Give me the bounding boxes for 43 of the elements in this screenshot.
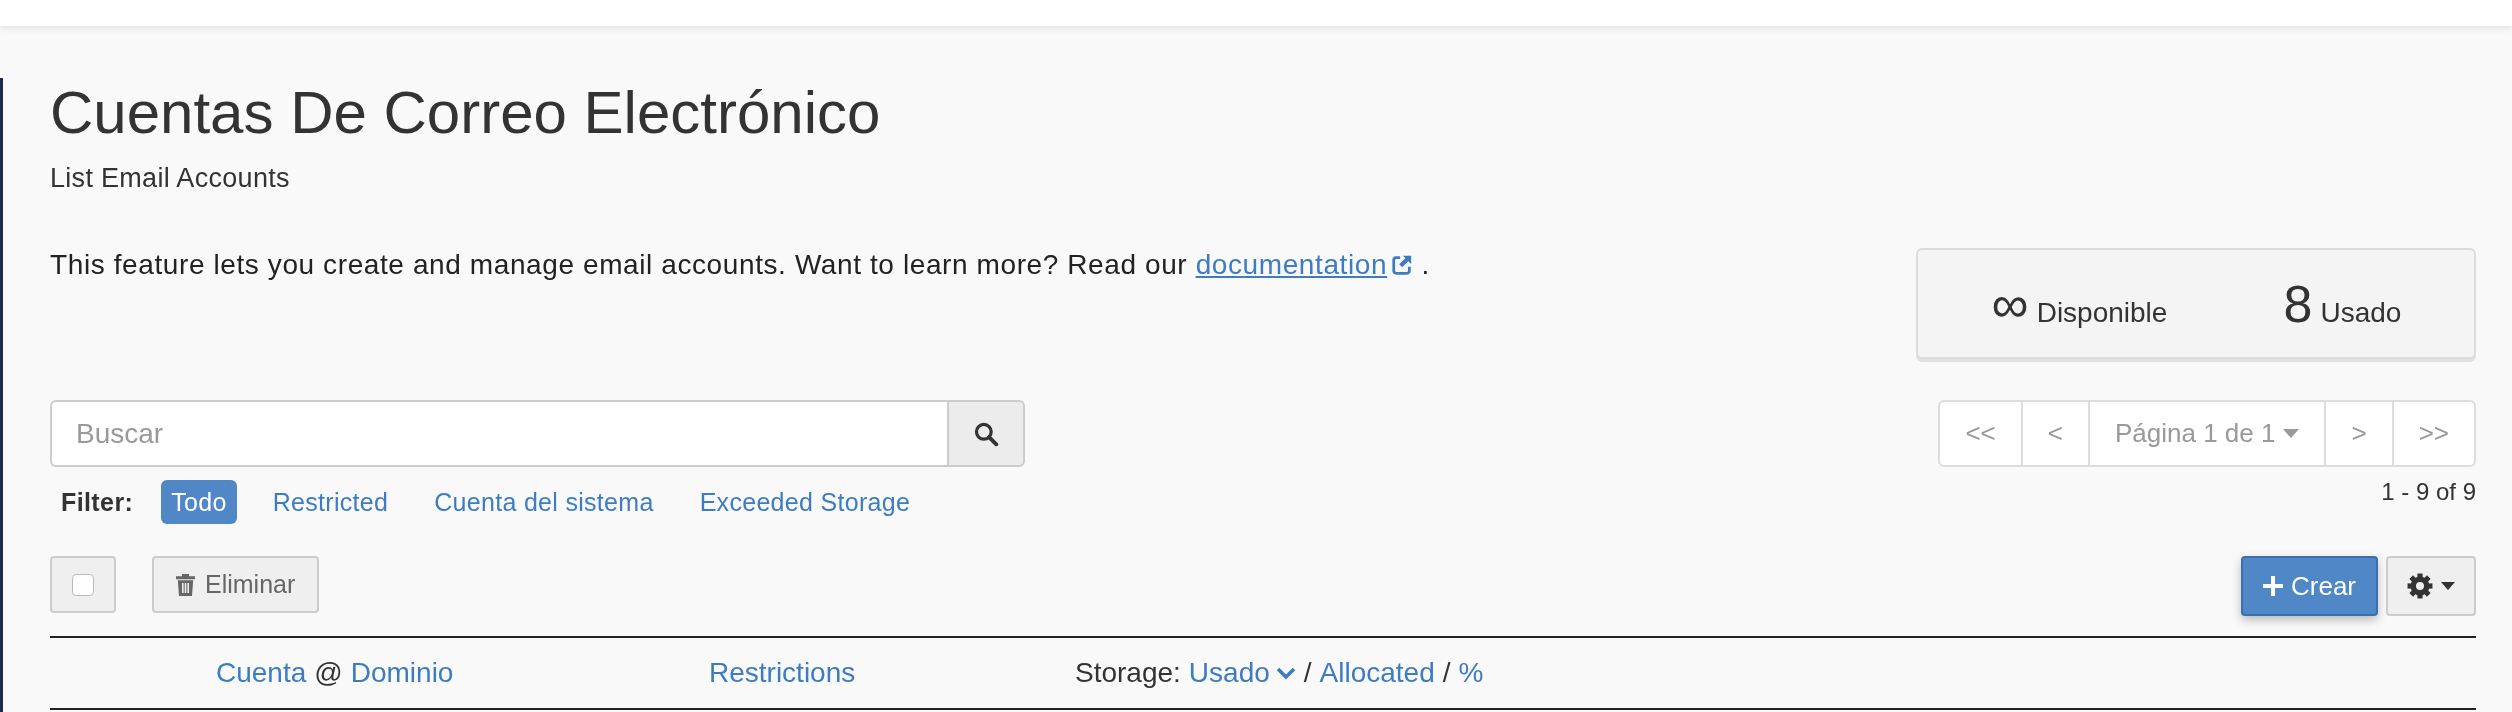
description-text: This feature lets you create and manage email accounts. Want to learn more? Read our documentation .: [50, 248, 1430, 282]
search-icon: [973, 420, 999, 447]
result-range: 1 - 9 of 9: [2381, 477, 2476, 507]
header-text: /: [1442, 657, 1451, 689]
sort-link[interactable]: Restrictions: [709, 657, 856, 689]
pagination-button[interactable]: <: [2022, 400, 2090, 467]
plus-icon: [2263, 576, 2283, 596]
gear-icon: [2407, 573, 2433, 599]
page-select[interactable]: Página 1 de 1: [2089, 400, 2327, 467]
trash-icon: [176, 573, 195, 596]
documentation-link[interactable]: documentation: [1195, 249, 1414, 280]
sort-link[interactable]: Usado: [1188, 657, 1296, 689]
header-text: /: [1303, 657, 1312, 689]
caret-icon: [2441, 582, 2455, 590]
settings-dropdown-button[interactable]: [2386, 556, 2476, 616]
delete-button[interactable]: Eliminar: [152, 556, 320, 613]
sort-link[interactable]: Allocated: [1319, 657, 1435, 689]
pagination-button[interactable]: <<: [1938, 400, 2023, 467]
pagination-button[interactable]: >: [2326, 400, 2394, 467]
filter-label: Filter:: [61, 487, 134, 517]
external-link-icon: [1391, 254, 1414, 276]
caret-icon: [2283, 429, 2300, 438]
filter-tab[interactable]: Exceeded Storage: [689, 480, 921, 524]
header-text: Storage:: [1075, 657, 1181, 689]
page-subtitle: List Email Accounts: [50, 162, 291, 195]
header-text: @: [314, 657, 343, 689]
sort-link[interactable]: Cuenta: [216, 657, 307, 689]
page-title: Cuentas De Correo Electrónico: [50, 78, 882, 148]
sort-link[interactable]: Dominio: [350, 657, 454, 689]
sort-link[interactable]: %: [1458, 657, 1484, 689]
stat-value: ∞: [1991, 273, 2029, 334]
create-button[interactable]: Crear: [2241, 556, 2378, 616]
stat-label: Disponible: [2036, 296, 2168, 329]
select-all-checkbox[interactable]: [72, 573, 94, 596]
stat-label: Usado: [2320, 296, 2402, 329]
pagination-button[interactable]: >>: [2393, 400, 2476, 467]
filter-tab[interactable]: Restricted: [262, 480, 399, 524]
chevron-down-icon: [1275, 666, 1296, 680]
filter-tab[interactable]: Todo: [161, 480, 237, 524]
stat-value: 8: [2283, 273, 2313, 334]
search-button[interactable]: [947, 400, 1025, 467]
filter-tab[interactable]: Cuenta del sistema: [424, 480, 664, 524]
search-field[interactable]: Buscar: [50, 400, 947, 467]
